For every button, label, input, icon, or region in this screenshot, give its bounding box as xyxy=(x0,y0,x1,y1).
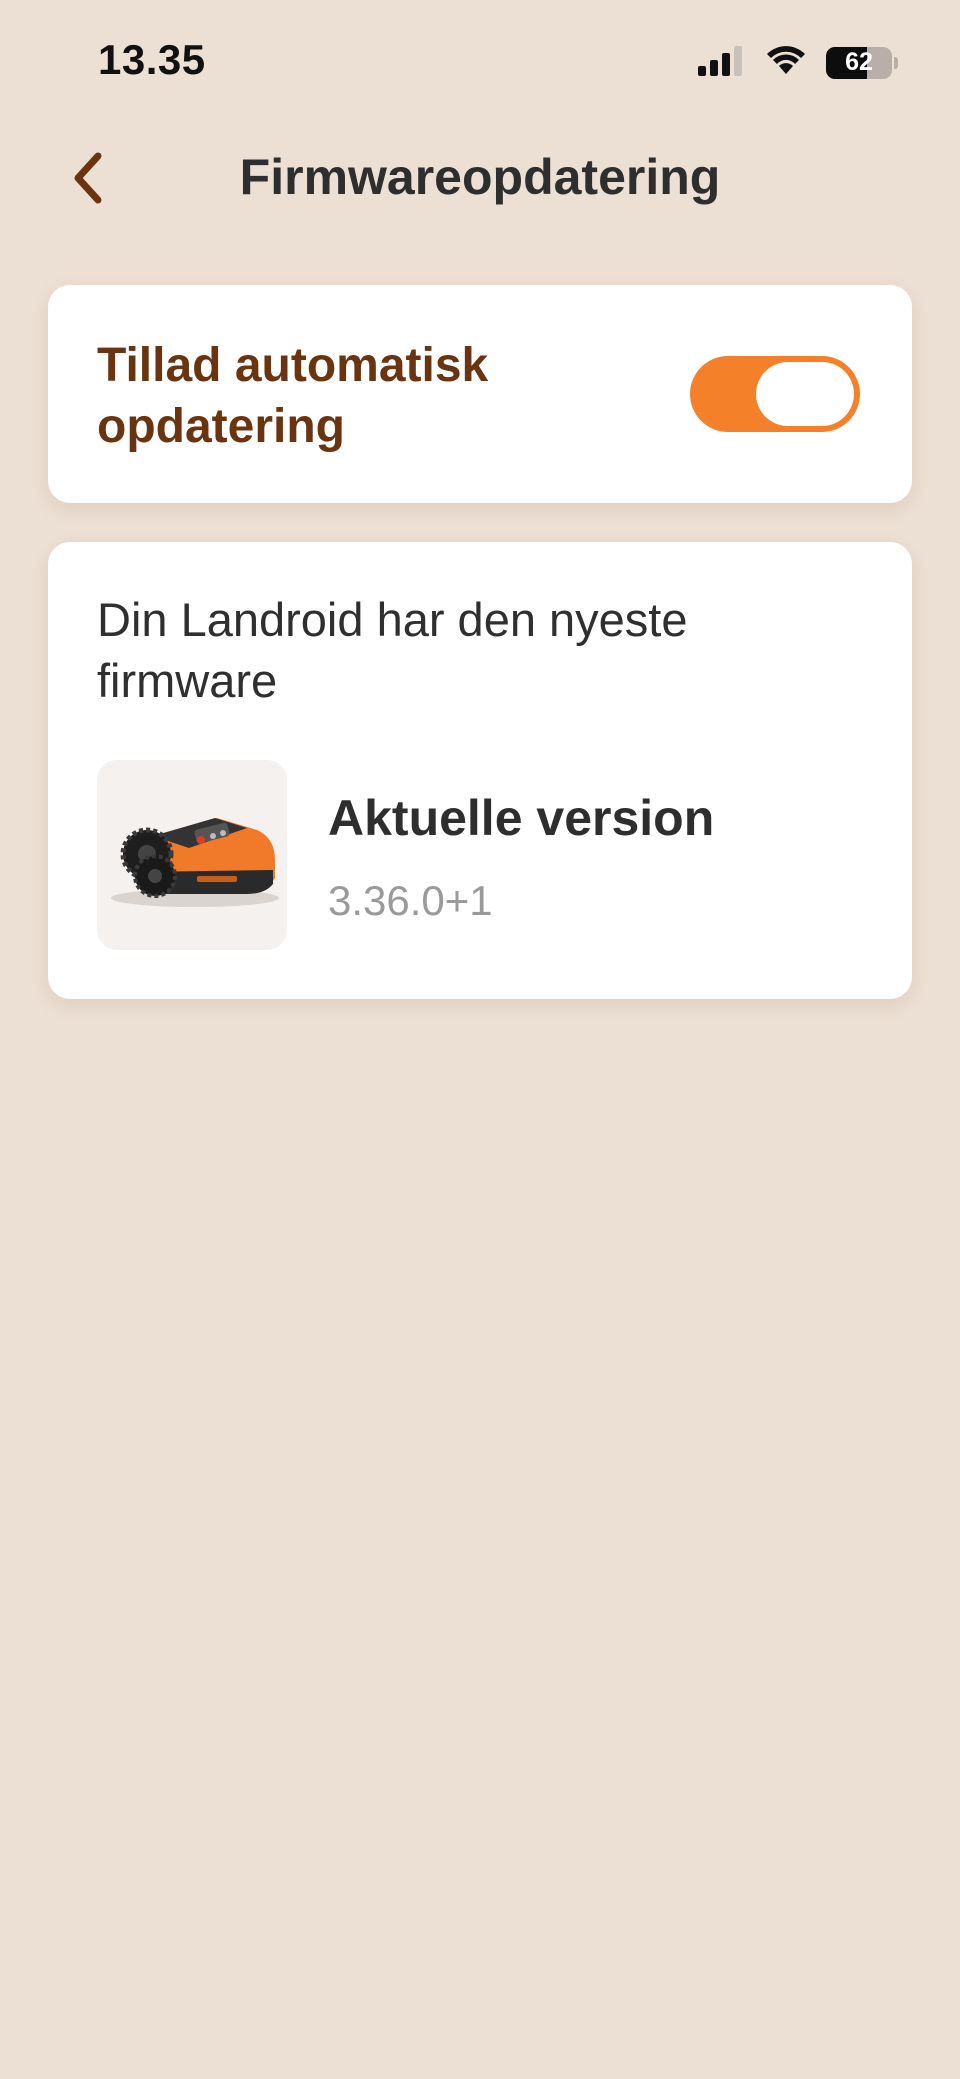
auto-update-label: Tillad automatisk opdatering xyxy=(97,339,489,453)
auto-update-toggle[interactable] xyxy=(690,356,860,432)
auto-update-card: Tillad automatisk opdatering xyxy=(48,285,912,503)
page-title: Firmwareopdatering xyxy=(239,149,721,205)
current-version-value: 3.36.0+1 xyxy=(328,877,493,924)
battery-percent: 62 xyxy=(845,48,873,76)
wifi-icon xyxy=(764,44,808,81)
battery-icon: 62 xyxy=(826,46,892,79)
cellular-signal-icon xyxy=(698,44,746,81)
robotic-lawn-mower-image xyxy=(97,760,287,950)
firmware-info-card: Din Landroid har den nyeste firmware Akt… xyxy=(48,542,912,999)
toggle-knob xyxy=(756,362,854,426)
current-version-label: Aktuelle version xyxy=(328,790,715,846)
firmware-status-message: Din Landroid har den nyeste firmware xyxy=(97,593,688,707)
nav-header: Firmwareopdatering xyxy=(0,130,960,226)
status-time: 13.35 xyxy=(98,36,206,83)
status-bar: 13.35 62 xyxy=(0,0,960,120)
battery-tip xyxy=(894,56,898,69)
status-icons: 62 xyxy=(698,44,898,81)
